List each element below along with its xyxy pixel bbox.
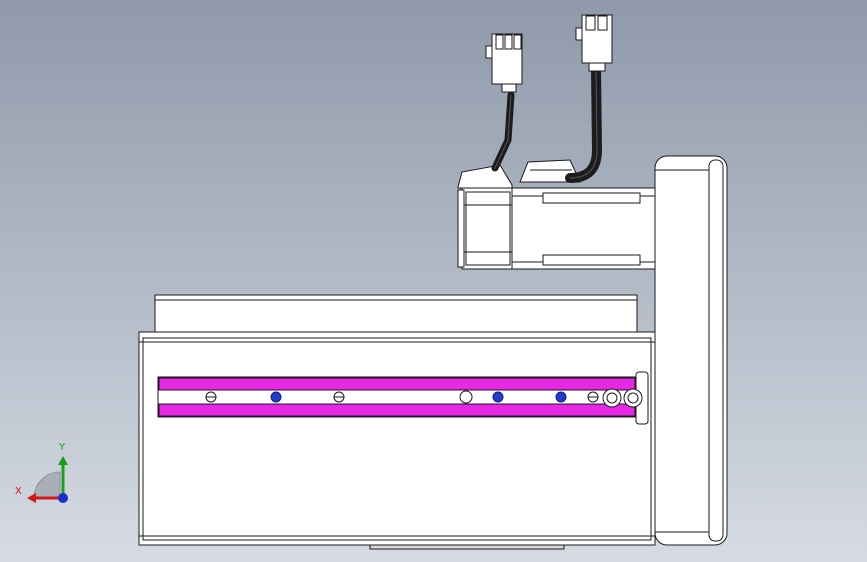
white-hole [459,390,473,404]
cad-model-view[interactable] [0,0,867,562]
guide-slot [157,371,649,425]
cad-viewport[interactable]: X Y [0,0,867,562]
motor-end-housing [654,155,728,546]
actuator-body [138,331,656,550]
blue-hole-1 [270,391,282,403]
screw-head-2 [333,391,345,403]
blue-hole-3 [555,391,567,403]
carriage-block [154,294,638,333]
axis-y-label: Y [59,442,66,453]
screw-head-3 [587,391,599,403]
screw-head-1 [205,391,217,403]
blue-hole-2 [492,391,504,403]
bearing-2 [623,388,643,408]
bearing-1 [602,388,622,408]
axis-x-label: X [15,486,22,497]
